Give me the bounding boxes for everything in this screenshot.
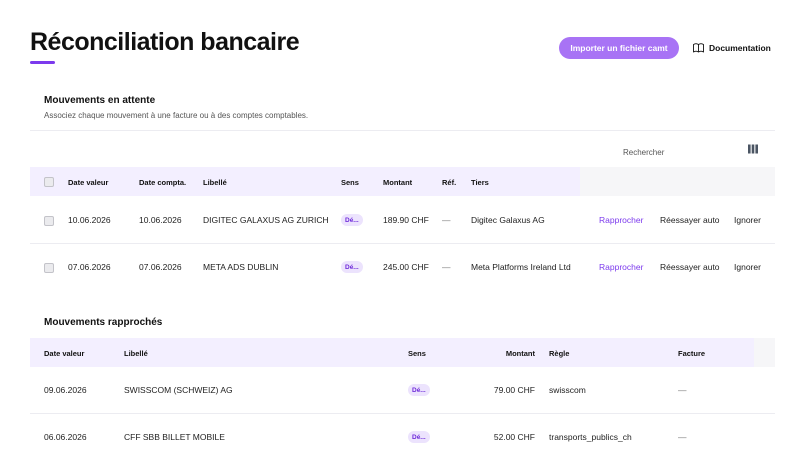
row-divider: [30, 413, 775, 414]
cell-tiers: Digitec Galaxus AG: [471, 215, 545, 225]
sens-badge: Dé...: [408, 431, 430, 443]
search-input[interactable]: [623, 144, 733, 160]
col-sens[interactable]: Sens: [341, 178, 359, 187]
title-underline: [30, 61, 55, 64]
cell-libelle: SWISSCOM (SCHWEIZ) AG: [124, 385, 233, 395]
documentation-label: Documentation: [709, 43, 771, 53]
col-tiers[interactable]: Tiers: [471, 178, 489, 187]
cell-libelle: META ADS DUBLIN: [203, 262, 279, 272]
matched-section-title: Mouvements rapprochés: [44, 317, 163, 328]
cell-facture: —: [678, 432, 687, 442]
col-montant[interactable]: Montant: [470, 349, 535, 358]
cell-regle: swisscom: [549, 385, 586, 395]
cell-date-valeur: 07.06.2026: [68, 262, 111, 272]
col-ref[interactable]: Réf.: [442, 178, 456, 187]
import-camt-button[interactable]: Importer un fichier camt: [559, 37, 679, 59]
row-checkbox[interactable]: [44, 263, 54, 273]
retry-auto-button[interactable]: Réessayer auto: [660, 262, 720, 272]
sens-badge: Dé...: [408, 384, 430, 396]
cell-montant: 189.90 CHF: [383, 215, 429, 225]
pending-header-actions-bg: [580, 167, 775, 196]
matched-header-scroll-bg: [754, 338, 775, 367]
rapprocher-button[interactable]: Rapprocher: [599, 215, 643, 225]
col-montant[interactable]: Montant: [383, 178, 412, 187]
cell-ref: —: [442, 215, 451, 225]
book-icon: [693, 43, 704, 53]
documentation-button[interactable]: Documentation: [693, 40, 771, 56]
col-facture[interactable]: Facture: [678, 349, 705, 358]
columns-icon[interactable]: [747, 143, 759, 155]
pending-section-title: Mouvements en attente: [44, 95, 156, 106]
col-libelle[interactable]: Libellé: [203, 178, 227, 187]
ignore-button[interactable]: Ignorer: [734, 215, 761, 225]
page-title: Réconciliation bancaire: [30, 28, 300, 56]
row-divider: [30, 243, 775, 244]
cell-date-compta: 07.06.2026: [139, 262, 182, 272]
cell-ref: —: [442, 262, 451, 272]
col-regle[interactable]: Règle: [549, 349, 569, 358]
col-date-valeur[interactable]: Date valeur: [68, 178, 108, 187]
retry-auto-button[interactable]: Réessayer auto: [660, 215, 720, 225]
rapprocher-button[interactable]: Rapprocher: [599, 262, 643, 272]
cell-libelle: CFF SBB BILLET MOBILE: [124, 432, 225, 442]
cell-date-valeur: 06.06.2026: [44, 432, 87, 442]
sens-badge: Dé...: [341, 214, 363, 226]
cell-regle: transports_publics_ch: [549, 432, 632, 442]
cell-facture: —: [678, 385, 687, 395]
pending-section-subtitle: Associez chaque mouvement à une facture …: [44, 111, 309, 120]
sens-badge: Dé...: [341, 261, 363, 273]
cell-date-compta: 10.06.2026: [139, 215, 182, 225]
col-libelle[interactable]: Libellé: [124, 349, 148, 358]
cell-montant: 52.00 CHF: [493, 432, 535, 442]
col-date-compta[interactable]: Date compta.: [139, 178, 186, 187]
col-sens[interactable]: Sens: [408, 349, 426, 358]
pending-header-bg: [30, 167, 580, 196]
cell-date-valeur: 10.06.2026: [68, 215, 111, 225]
cell-date-valeur: 09.06.2026: [44, 385, 87, 395]
row-checkbox[interactable]: [44, 216, 54, 226]
cell-montant: 79.00 CHF: [493, 385, 535, 395]
cell-libelle: DIGITEC GALAXUS AG ZURICH: [203, 215, 329, 225]
cell-montant: 245.00 CHF: [383, 262, 429, 272]
col-date-valeur[interactable]: Date valeur: [44, 349, 84, 358]
select-all-checkbox[interactable]: [44, 177, 54, 187]
section-divider: [30, 130, 775, 131]
cell-tiers: Meta Platforms Ireland Ltd: [471, 262, 571, 272]
ignore-button[interactable]: Ignorer: [734, 262, 761, 272]
